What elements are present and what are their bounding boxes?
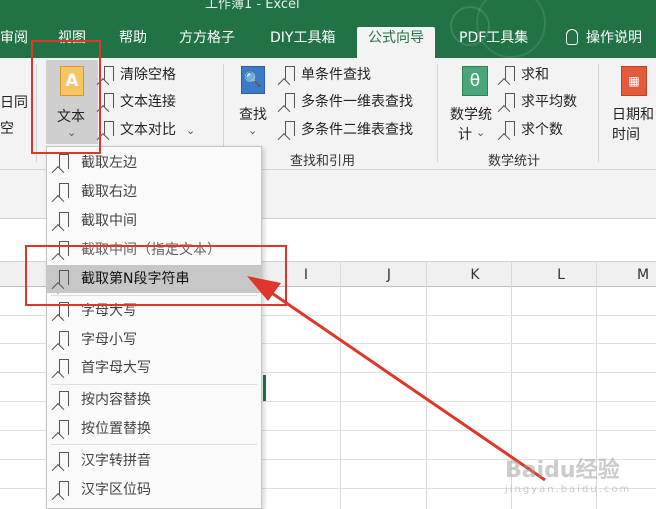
baidu-watermark: Baidu经验 jingyan.baidu.com bbox=[505, 458, 632, 495]
annotation-arrow bbox=[247, 276, 546, 482]
